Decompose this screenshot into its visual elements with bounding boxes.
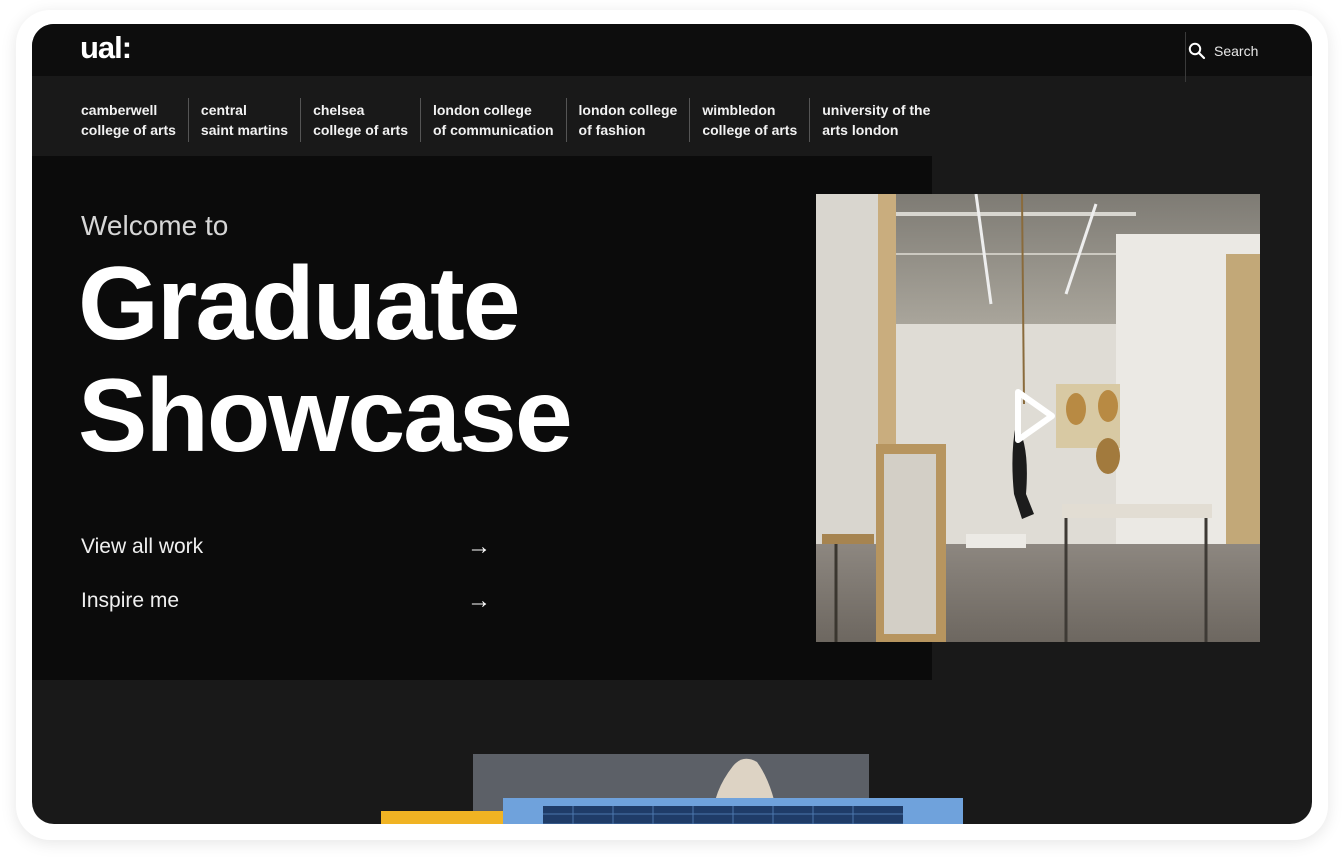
headline-line-1: Graduate [78,246,521,362]
search-icon [1188,42,1206,60]
headline-line-2: Showcase [78,358,573,474]
view-all-work-label: View all work [81,535,204,558]
college-link-camberwell[interactable]: camberwell college of arts [80,98,188,142]
search-divider [1185,32,1186,82]
browser-viewport: ual: Search camberwell college of arts c… [32,24,1312,824]
feature-image-building[interactable] [503,798,963,824]
ual-logo[interactable]: ual: [80,30,132,66]
college-nav: camberwell college of arts central saint… [80,98,942,142]
college-link-central-saint-martins[interactable]: central saint martins [187,98,300,142]
hero-welcome-text: Welcome to [81,210,229,241]
college-link-wimbledon[interactable]: wimbledon college of arts [689,98,809,142]
showcase-video[interactable] [816,194,1260,642]
play-icon[interactable] [1012,386,1060,446]
college-link-chelsea[interactable]: chelsea college of arts [300,98,420,142]
search-label: Search [1214,43,1259,59]
college-link-lcf[interactable]: london college of fashion [565,98,690,142]
arrow-right-icon: → [467,587,491,614]
inspire-me-link[interactable]: Inspire me → [81,584,491,618]
feature-image-yellow[interactable] [381,811,503,824]
search-button[interactable]: Search [1188,40,1258,62]
inspire-me-label: Inspire me [81,589,180,612]
hero-headline: Graduate Showcase [78,246,573,474]
building-image [543,806,903,824]
college-link-ual[interactable]: university of the arts london [809,98,942,142]
college-link-lcc[interactable]: london college of communication [419,98,566,142]
arrow-right-icon: → [467,533,491,560]
top-navigation-bar: ual: Search [32,24,1312,82]
view-all-work-link[interactable]: View all work → [81,530,491,564]
